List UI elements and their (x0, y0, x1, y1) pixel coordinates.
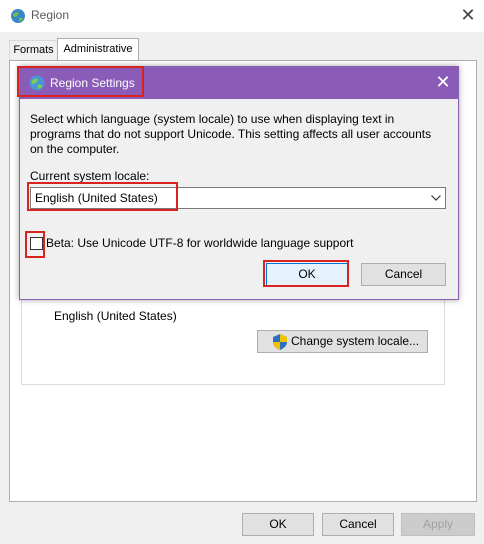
system-locale-dropdown[interactable]: English (United States) (30, 187, 446, 209)
tab-administrative[interactable]: Administrative (57, 38, 139, 61)
dialog-title: Region Settings (50, 76, 135, 90)
system-locale-value: English (United States) (35, 191, 158, 205)
dialog-cancel-button[interactable]: Cancel (361, 263, 446, 286)
current-locale-text: English (United States) (54, 309, 177, 323)
dialog-titlebar: Region Settings ✕ (20, 67, 458, 99)
dialog-ok-button[interactable]: OK (266, 263, 348, 286)
window-title: Region (31, 8, 70, 22)
ok-button[interactable]: OK (242, 513, 314, 536)
window-titlebar: Region ✕ (0, 0, 484, 32)
change-system-locale-label: Change system locale... (291, 334, 420, 348)
region-settings-dialog: Region Settings ✕ Select which language … (19, 66, 459, 300)
apply-button[interactable]: Apply (401, 513, 475, 536)
window-close-icon[interactable]: ✕ (455, 4, 481, 28)
change-system-locale-button[interactable]: Change system locale... (257, 330, 428, 353)
chevron-down-icon (428, 189, 444, 207)
globe-icon (10, 8, 26, 24)
dialog-close-icon[interactable]: ✕ (430, 71, 456, 95)
globe-icon (28, 74, 46, 92)
current-system-locale-label: Current system locale: (30, 169, 150, 183)
beta-utf8-label[interactable]: Beta: Use Unicode UTF-8 for worldwide la… (46, 236, 354, 250)
tab-formats[interactable]: Formats (9, 40, 58, 61)
cancel-button[interactable]: Cancel (322, 513, 394, 536)
uac-shield-icon (273, 334, 287, 350)
dialog-description: Select which language (system locale) to… (30, 112, 432, 156)
beta-utf8-checkbox[interactable] (30, 237, 43, 250)
